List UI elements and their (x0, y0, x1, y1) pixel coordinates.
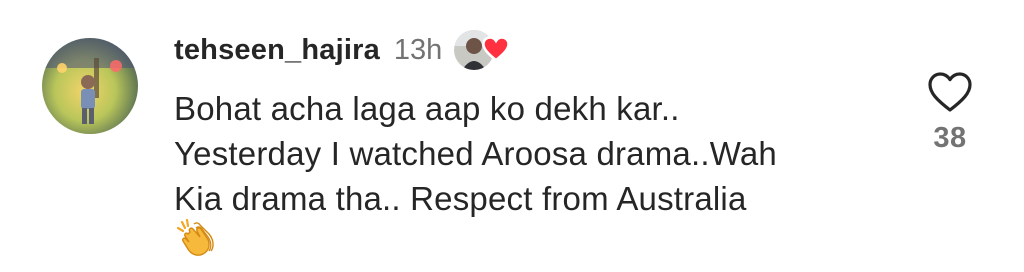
clapping-hands-emoji (176, 218, 214, 256)
like-count: 38 (933, 122, 967, 154)
author-liked-indicator (454, 28, 514, 72)
comment-item: tehseen_hajira 13h Bohat acha laga aap k… (0, 0, 1024, 272)
comment-line: Kia drama tha.. Respect from Australia (174, 180, 747, 217)
like-column: 38 (918, 70, 982, 170)
commenter-avatar[interactable] (42, 38, 138, 134)
username[interactable]: tehseen_hajira (174, 34, 380, 67)
comment-line: Yesterday I watched Aroosa drama..Wah (174, 135, 777, 172)
comment-text: Bohat acha laga aap ko dekh kar.. Yester… (174, 86, 894, 221)
red-heart-icon (482, 36, 511, 62)
heart-outline-icon[interactable] (927, 70, 973, 114)
avatar-photo (42, 38, 138, 134)
comment-line: Bohat acha laga aap ko dekh kar.. (174, 90, 680, 127)
comment-meta: tehseen_hajira 13h (174, 28, 514, 72)
timestamp: 13h (393, 33, 443, 66)
